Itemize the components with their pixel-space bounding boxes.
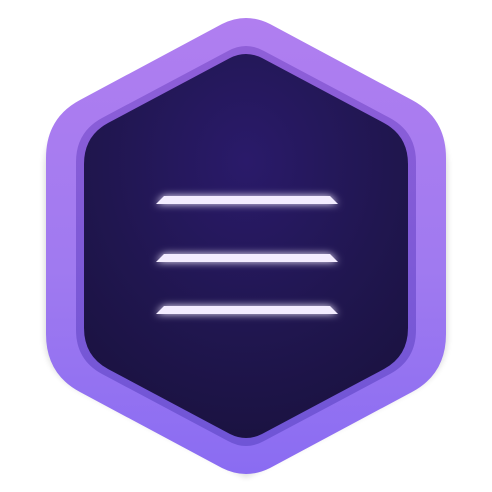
app-icon-canvas: [0, 0, 492, 492]
hexagon-inner-panel: [84, 54, 408, 438]
menu-line-top: [156, 196, 338, 204]
menu-line-middle: [156, 254, 338, 262]
hexagon-app-icon: [44, 18, 448, 478]
menu-line-bottom: [156, 306, 338, 314]
